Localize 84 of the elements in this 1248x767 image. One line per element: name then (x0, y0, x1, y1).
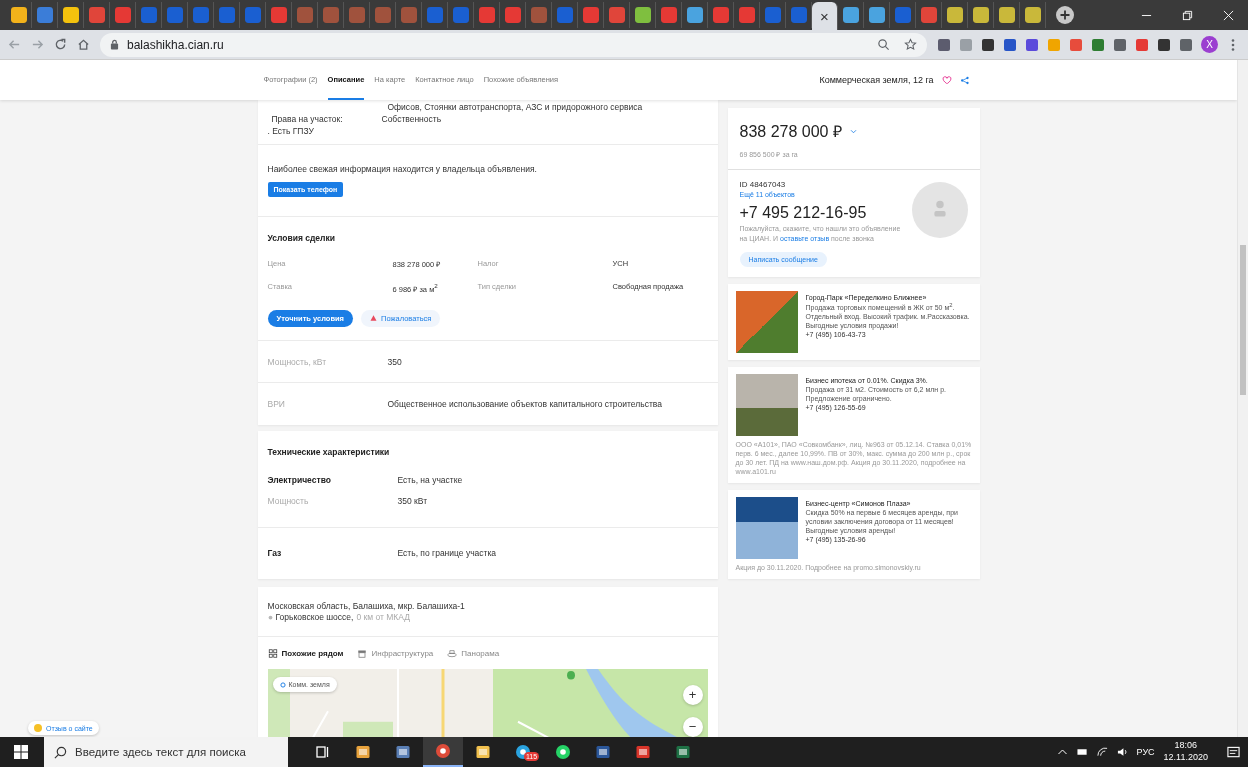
extension-icon[interactable] (937, 37, 951, 52)
phone-number: +7 495 212-16-95 (739, 204, 868, 222)
photo-placeholder (735, 373, 798, 436)
profile-avatar[interactable]: X (1201, 36, 1218, 53)
field-value: Есть, на участке (397, 474, 463, 485)
windows-start-icon[interactable] (14, 745, 28, 759)
section-heading: Технические характеристики (267, 447, 391, 457)
app-icon (355, 744, 371, 760)
tab-close-button[interactable]: × (820, 8, 829, 24)
extension-icon[interactable] (1003, 37, 1017, 52)
field-label: Мощность (267, 495, 310, 506)
field-value: 350 кВт (397, 495, 428, 506)
purpose-text: Офисов, Стоянки автотранспорта, АЗС и придорожного сервиса (387, 102, 644, 112)
app-icon (595, 744, 611, 760)
extension-icon[interactable] (981, 37, 995, 52)
app-icon (675, 744, 691, 760)
clock-date[interactable]: 12.11.2020 (1163, 752, 1208, 764)
speaker-icon[interactable] (1116, 747, 1128, 757)
photo-placeholder (735, 496, 798, 559)
section-heading: Условия сделки (267, 233, 336, 243)
ad-card[interactable] (727, 489, 980, 580)
language-indicator[interactable]: РУС (1136, 747, 1155, 757)
road-icon (267, 614, 273, 620)
scrollbar[interactable] (1237, 60, 1248, 737)
browser-tab[interactable]: × (812, 2, 838, 30)
panorama-icon (447, 648, 458, 658)
taskbar-search-field[interactable]: Введите здесь текст для поиска (44, 737, 288, 767)
taskbar-app[interactable] (423, 737, 463, 767)
task-view-icon (315, 744, 331, 760)
info-text: Наиболее свежая информация находится у владельца объявления. (267, 164, 538, 174)
lock-icon (110, 39, 119, 50)
zoom-icon[interactable] (877, 38, 890, 51)
extension-icon[interactable] (1157, 37, 1171, 52)
share-icon[interactable] (959, 75, 970, 85)
clock-time[interactable]: 18:06 (1174, 740, 1198, 752)
avatar-icon (911, 182, 968, 238)
smiley-icon (34, 724, 42, 732)
address-field[interactable]: balashikha.cian.ru (100, 32, 927, 57)
field-value: Общественное использование объектов капитального строительства (387, 399, 662, 409)
field-label: Газ (267, 547, 283, 558)
folder-icon (475, 744, 491, 760)
search-icon (54, 745, 67, 759)
distance-text: 0 км от МКАД (356, 612, 410, 622)
extension-icon[interactable] (1179, 37, 1193, 52)
ad-card[interactable] (727, 366, 980, 483)
new-tab-icon[interactable] (1056, 6, 1074, 24)
field-label: ВРИ (267, 399, 286, 409)
field-value: 350 (387, 356, 402, 367)
close-icon[interactable] (1223, 9, 1234, 21)
reload-icon[interactable] (54, 38, 67, 51)
map-tab[interactable]: Инфраструктура (357, 648, 434, 658)
field-label: Права на участок: (270, 114, 344, 124)
map-tab[interactable]: Похожие рядом (267, 648, 344, 658)
price-text: 838 278 000 ₽ (739, 122, 842, 142)
address-text: Московская область, Балашиха, мкр. Балашиха-1 (267, 601, 466, 611)
field-label: Мощность, кВт (267, 356, 328, 367)
field-value: . Есть ГПЗУ (267, 126, 315, 136)
star-icon[interactable] (904, 38, 917, 51)
grid-icon (267, 648, 278, 658)
network-icon[interactable] (1096, 747, 1108, 757)
map-tab[interactable]: Панорама (447, 648, 500, 658)
battery-icon[interactable] (1076, 747, 1088, 757)
extension-icon[interactable] (1113, 37, 1127, 52)
pin-dot-icon (279, 681, 286, 688)
messenger-icon (555, 744, 571, 760)
chevron-icon[interactable] (849, 128, 857, 134)
home-icon[interactable] (77, 38, 90, 51)
listing-id: ID 48467043 (739, 180, 787, 189)
photo-placeholder (735, 290, 798, 353)
browser-icon (435, 743, 451, 759)
notification-icon[interactable] (1227, 745, 1240, 759)
restore-icon[interactable] (1182, 9, 1193, 21)
warning-icon (370, 315, 377, 321)
app-icon (635, 744, 651, 760)
field-label: Электричество (267, 474, 332, 485)
listing-title: Коммерческая земля, 12 га (819, 75, 934, 85)
shop-icon (357, 648, 368, 658)
field-value: Есть, по границе участка (397, 547, 497, 558)
heart-icon[interactable] (941, 75, 952, 85)
chevron-up-icon[interactable] (1056, 747, 1068, 757)
highway-text: Горьковское шоссе, (275, 612, 354, 622)
app-icon (395, 744, 411, 760)
field-value: Собственность (381, 114, 442, 124)
extension-icon[interactable] (1025, 37, 1039, 52)
